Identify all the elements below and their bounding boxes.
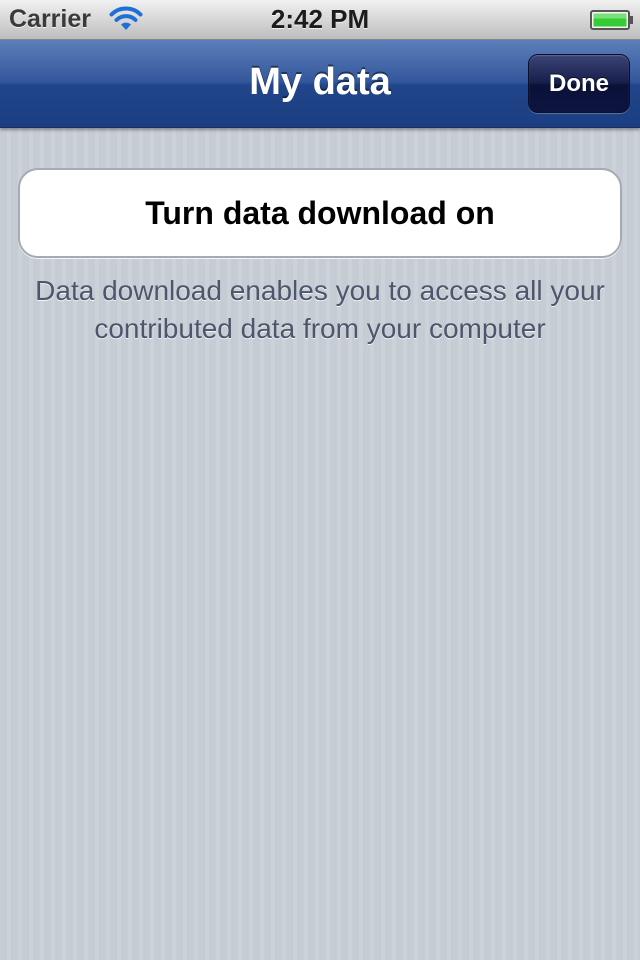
screen: Carrier 2:42 PM My data Done Turn data d…: [0, 0, 640, 960]
status-time: 2:42 PM: [270, 4, 370, 34]
done-button[interactable]: Done: [528, 54, 630, 113]
turn-data-download-on-button[interactable]: Turn data download on: [18, 168, 622, 258]
navigation-bar: My data Done: [0, 40, 640, 128]
battery-icon: [590, 10, 633, 30]
status-bar: Carrier 2:42 PM: [0, 0, 640, 40]
data-download-description: Data download enables you to access all …: [35, 275, 605, 344]
